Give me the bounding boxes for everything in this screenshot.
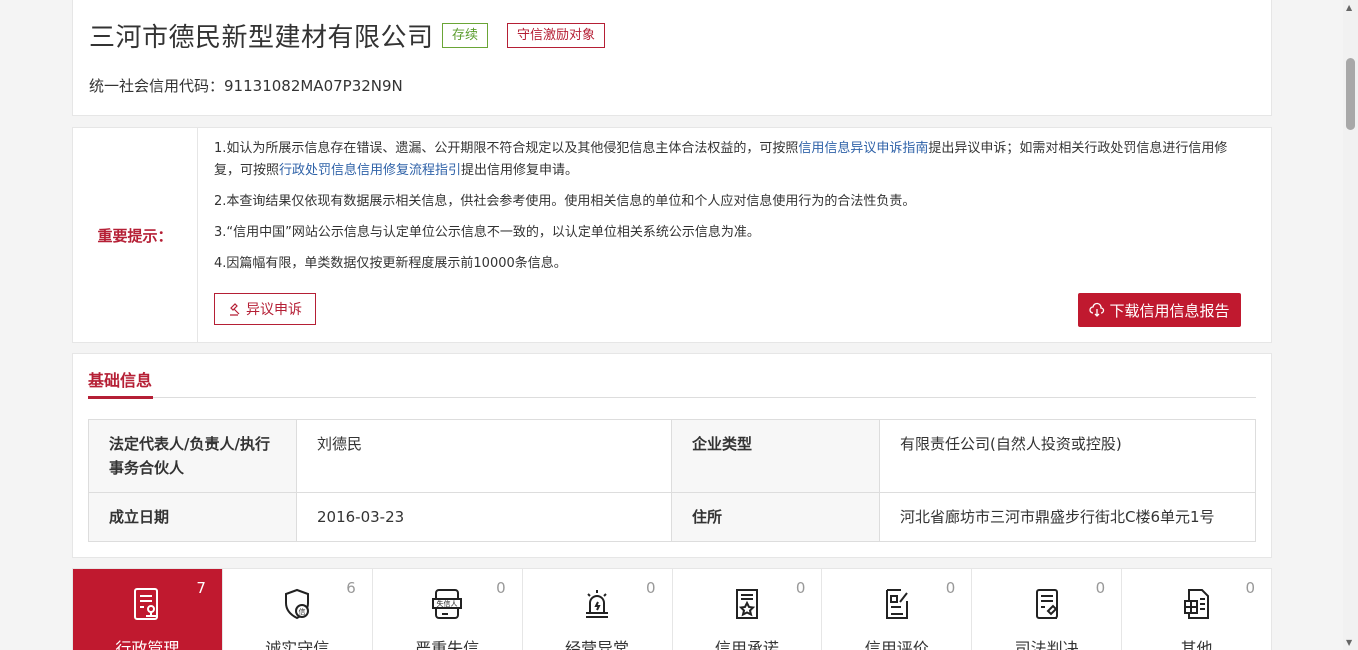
tab-dishonest-person[interactable]: 0 失信人严重失信 — [373, 569, 523, 650]
basic-info-table: 法定代表人/负责人/执行事务合伙人 刘德民 企业类型 有限责任公司(自然人投资或… — [88, 419, 1256, 542]
field-value: 2016-03-23 — [296, 492, 672, 542]
important-notice: 重要提示： 1.如认为所展示信息存在错误、遗漏、公开期限不符合规定以及其他侵犯信… — [72, 127, 1272, 343]
repair-guide-link[interactable]: 行政处罚信息信用修复流程指引 — [279, 163, 461, 178]
svg-text:失信人: 失信人 — [437, 599, 458, 608]
alarm-light-icon — [586, 590, 609, 618]
notice-item-3: 3.“信用中国”网站公示信息与认定单位公示信息不一致的，以认定单位相关系统公示信… — [214, 225, 760, 240]
table-row: 法定代表人/负责人/执行事务合伙人 刘德民 企业类型 有限责任公司(自然人投资或… — [88, 419, 1256, 493]
category-tabs: 7 行政管理 6 信诚实守信 0 失信人 严重失信 0 经营异常 0 信用承诺 0 信用评价 0 司法判决 0… — [72, 568, 1272, 650]
field-label: 住所 — [671, 492, 880, 542]
scroll-up-icon[interactable]: ▲ — [1346, 3, 1352, 12]
tab-grid-doc[interactable]: 0 其他 — [1122, 569, 1271, 650]
tab-count: 0 — [496, 579, 506, 597]
tab-star-doc[interactable]: 0 信用承诺 — [673, 569, 823, 650]
cloud-download-icon — [1089, 302, 1105, 317]
tab-label: 其他 — [1180, 639, 1213, 650]
status-badge: 存续 — [442, 23, 489, 48]
notice-item-2: 2.本查询结果仅依现有数据展示相关信息，供社会参考使用。使用相关信息的单位和个人… — [214, 194, 916, 209]
gavel-doc-icon — [1035, 589, 1058, 619]
basic-info: 基础信息 法定代表人/负责人/执行事务合伙人 刘德民 企业类型 有限责任公司(自… — [72, 353, 1272, 558]
field-value: 有限责任公司(自然人投资或控股) — [879, 419, 1256, 493]
tab-admin-doc[interactable]: 7 行政管理 — [73, 569, 223, 650]
honor-badge: 守信激励对象 — [507, 23, 606, 48]
field-label: 企业类型 — [671, 419, 880, 493]
scrollbar[interactable]: ▲ ▼ — [1343, 0, 1358, 650]
objection-label: 异议申诉 — [246, 302, 302, 318]
admin-doc-icon — [134, 588, 159, 620]
tab-label: 经营异常 — [565, 639, 630, 650]
tab-count: 7 — [196, 579, 206, 597]
divider — [88, 397, 1256, 398]
scrollbar-thumb[interactable] — [1346, 58, 1355, 130]
tab-label: 诚实守信 — [265, 639, 330, 650]
tab-count: 0 — [645, 579, 656, 597]
objection-button[interactable]: 异议申诉 — [214, 293, 316, 325]
evaluation-doc-icon — [885, 589, 908, 619]
field-value: 河北省廊坊市三河市鼎盛步行街北C楼6单元1号 — [879, 492, 1256, 542]
tab-count: 0 — [1095, 579, 1106, 597]
field-label: 法定代表人/负责人/执行事务合伙人 — [88, 419, 297, 493]
table-row: 成立日期 2016-03-23 住所 河北省廊坊市三河市鼎盛步行街北C楼6单元1… — [88, 492, 1256, 542]
active-underline — [88, 396, 153, 399]
text: 1.如认为所展示信息存在错误、遗漏、公开期限不符合规定以及其他侵犯信息主体合法权… — [214, 141, 799, 156]
tab-count: 0 — [945, 579, 956, 597]
section-title[interactable]: 基础信息 — [88, 367, 152, 391]
svg-text:信: 信 — [299, 607, 306, 616]
tab-label: 信用承诺 — [714, 639, 779, 650]
grid-doc-icon — [1183, 589, 1209, 619]
download-label: 下载信用信息报告 — [1109, 301, 1230, 320]
company-name: 三河市德民新型建材有限公司 — [89, 23, 434, 53]
scroll-down-icon[interactable]: ▼ — [1346, 638, 1352, 647]
objection-guide-link[interactable]: 信用信息异议申诉指南 — [798, 141, 928, 156]
tab-gavel-doc[interactable]: 0 司法判决 — [972, 569, 1123, 650]
shield-xin-icon: 信 — [285, 588, 310, 620]
tab-evaluation-doc[interactable]: 0 信用评价 — [822, 569, 973, 650]
field-label: 成立日期 — [88, 492, 297, 542]
dishonest-person-icon: 失信人 — [432, 589, 463, 619]
credit-code: 统一社会信用代码：91131082MA07P32N9N — [89, 75, 403, 96]
notice-item-4: 4.因篇幅有限，单类数据仅按更新程度展示前10000条信息。 — [214, 256, 567, 271]
tab-count: 0 — [1245, 579, 1255, 597]
gavel-icon — [230, 303, 240, 316]
credit-code-label: 统一社会信用代码： — [89, 77, 225, 95]
notice-item-1: 1.如认为所展示信息存在错误、遗漏、公开期限不符合规定以及其他侵犯信息主体合法权… — [214, 138, 1249, 182]
tab-count: 6 — [346, 579, 356, 597]
tab-label: 行政管理 — [115, 639, 180, 650]
company-header: 三河市德民新型建材有限公司 存续 守信激励对象 统一社会信用代码：9113108… — [72, 0, 1272, 116]
tab-shield-xin[interactable]: 6 信诚实守信 — [223, 569, 373, 650]
tab-label: 严重失信 — [415, 639, 480, 650]
credit-code-value: 91131082MA07P32N9N — [224, 77, 403, 95]
notice-label: 重要提示： — [73, 128, 198, 342]
star-doc-icon — [735, 589, 758, 619]
download-report-button[interactable]: 下载信用信息报告 — [1078, 293, 1241, 327]
tab-alarm-light[interactable]: 0 经营异常 — [523, 569, 673, 650]
tab-count: 0 — [795, 579, 806, 597]
tab-label: 信用评价 — [864, 639, 929, 650]
field-value: 刘德民 — [296, 419, 672, 493]
tab-label: 司法判决 — [1014, 639, 1079, 650]
text: 提出信用修复申请。 — [461, 163, 579, 178]
